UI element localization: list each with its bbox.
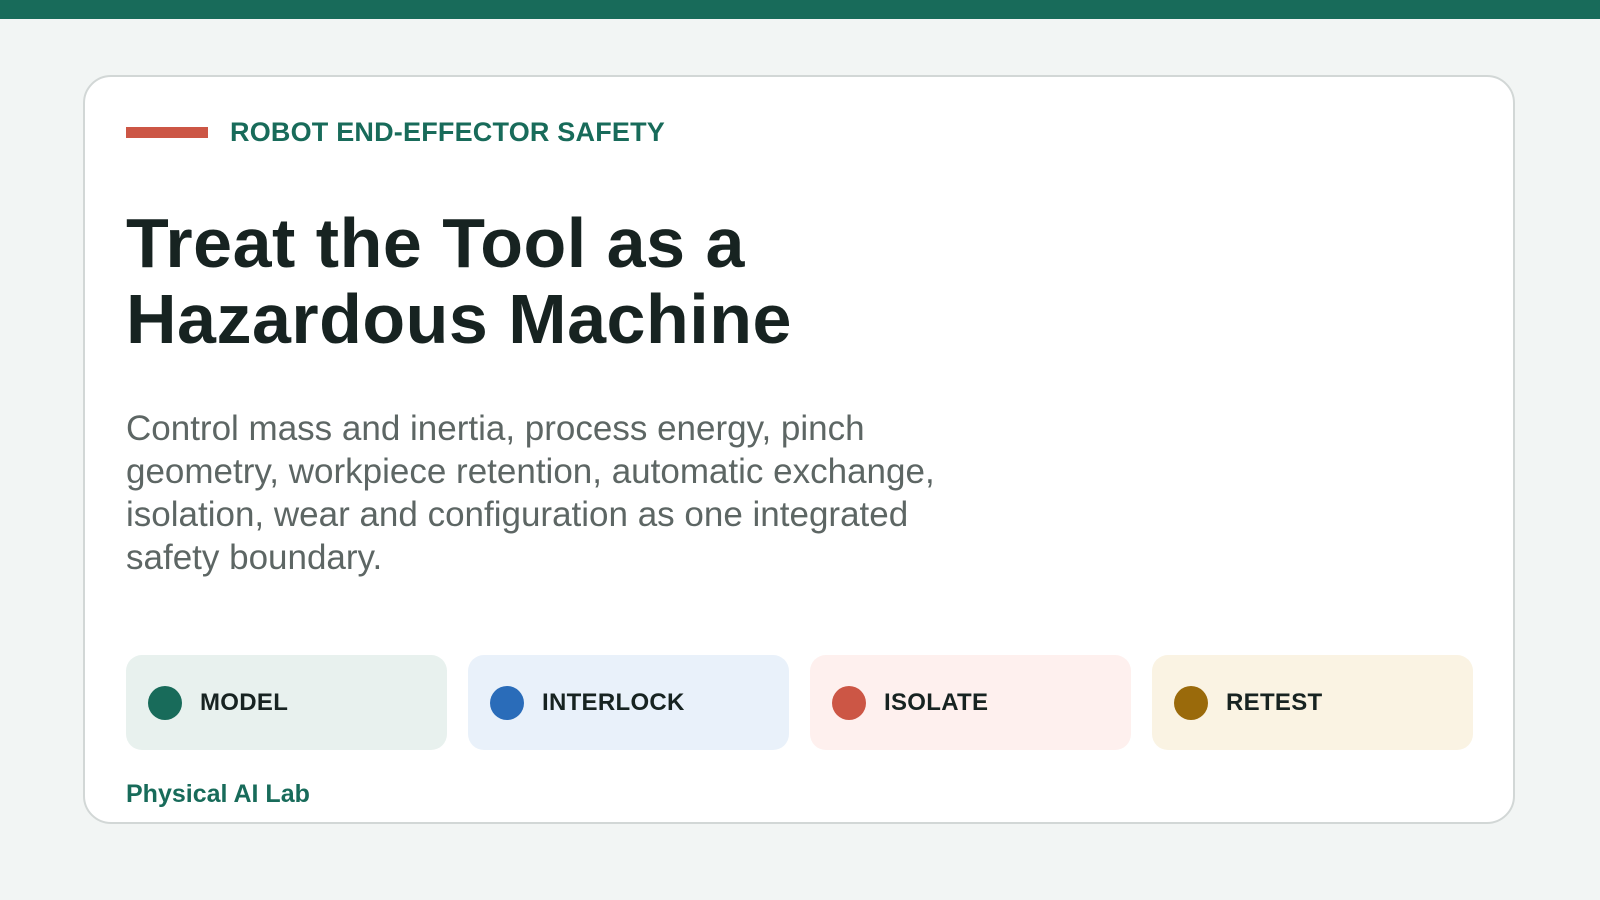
status-dot-icon — [832, 685, 866, 720]
status-dot-icon — [1174, 685, 1208, 720]
chip-interlock: INTERLOCK — [468, 655, 789, 750]
chip-label: RETEST — [1226, 688, 1323, 716]
footer-brand: Physical AI Lab — [126, 780, 310, 808]
chip-isolate: ISOLATE — [810, 655, 1131, 750]
chip-label: INTERLOCK — [542, 688, 685, 716]
title-line-2: Hazardous Machine — [126, 280, 792, 358]
chip-label: ISOLATE — [884, 688, 989, 716]
page-title: Treat the Tool as a Hazardous Machine — [126, 205, 1026, 357]
principle-chips: MODEL INTERLOCK ISOLATE RETEST — [126, 655, 1473, 750]
status-dot-icon — [148, 685, 182, 720]
eyebrow: ROBOT END-EFFECTOR SAFETY — [126, 115, 665, 149]
title-line-1: Treat the Tool as a — [126, 204, 745, 282]
eyebrow-label: ROBOT END-EFFECTOR SAFETY — [230, 117, 666, 147]
top-accent-band — [0, 0, 1600, 19]
chip-label: MODEL — [200, 688, 289, 716]
status-dot-icon — [490, 685, 524, 720]
lede-paragraph: Control mass and inertia, process energy… — [126, 409, 935, 577]
hero-card: ROBOT END-EFFECTOR SAFETY Treat the Tool… — [83, 75, 1515, 824]
chip-retest: RETEST — [1152, 655, 1473, 750]
chip-model: MODEL — [126, 655, 447, 750]
eyebrow-accent-bar — [126, 126, 208, 138]
